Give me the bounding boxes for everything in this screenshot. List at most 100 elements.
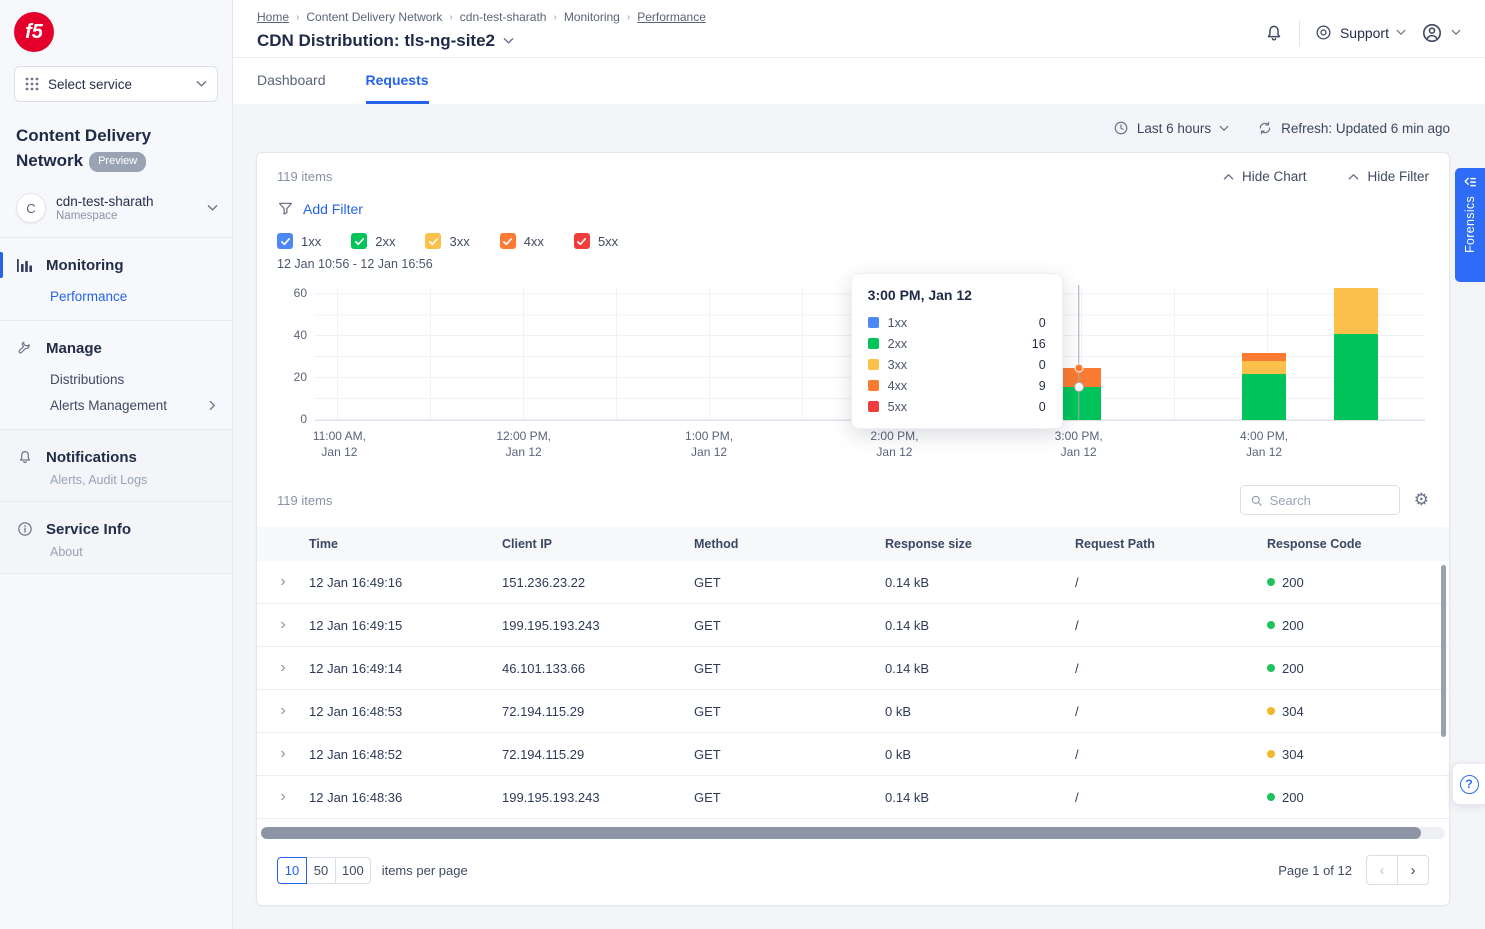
breadcrumb-item[interactable]: Monitoring: [564, 10, 620, 24]
support-menu[interactable]: Support: [1314, 23, 1406, 42]
column-header[interactable]: Response size: [885, 537, 1075, 551]
breadcrumb-item[interactable]: Home: [257, 10, 289, 24]
sidebar-item-manage[interactable]: Manage: [0, 333, 232, 363]
nav-section-manage: Manage Distributions Alerts Management: [0, 321, 232, 430]
table-settings-gear-icon[interactable]: ⚙: [1414, 490, 1429, 510]
row-expander-chevron[interactable]: ›: [257, 659, 309, 677]
page-title[interactable]: CDN Distribution: tls-ng-site2: [257, 31, 706, 51]
status-checkbox-3xx[interactable]: 3xx: [425, 233, 469, 249]
cell-method: GET: [694, 575, 885, 590]
row-expander-chevron[interactable]: ›: [257, 702, 309, 720]
status-dot: [1267, 578, 1275, 586]
notifications-note: Alerts, Audit Logs: [0, 472, 232, 487]
chart-bar[interactable]: [1242, 353, 1286, 420]
page-size-100[interactable]: 100: [335, 857, 371, 884]
help-button[interactable]: ?: [1452, 763, 1485, 805]
column-header[interactable]: Method: [694, 537, 885, 551]
chart-hover-line: [1078, 285, 1080, 420]
sidebar-item-distributions[interactable]: Distributions: [0, 363, 232, 389]
bar-segment-2xx: [1334, 334, 1378, 420]
account-menu[interactable]: [1420, 21, 1461, 45]
forensics-tab[interactable]: Forensics: [1455, 168, 1485, 282]
f5-logo[interactable]: f5: [14, 12, 54, 52]
search-input[interactable]: [1270, 493, 1390, 508]
status-dot: [1267, 621, 1275, 629]
row-expander-chevron[interactable]: ›: [257, 573, 309, 591]
refresh-button[interactable]: Refresh: Updated 6 min ago: [1257, 120, 1450, 136]
product-title-line1: Content Delivery: [16, 124, 216, 149]
hide-filter-button[interactable]: Hide Filter: [1348, 169, 1429, 184]
sidebar-item-label: Notifications: [46, 449, 137, 466]
sidebar-item-notifications[interactable]: Notifications: [0, 442, 232, 472]
cell-response-size: 0 kB: [885, 704, 1075, 719]
status-checkbox-1xx[interactable]: 1xx: [277, 233, 321, 249]
horizontal-scrollbar-thumb[interactable]: [261, 827, 1421, 839]
tooltip-series-label: 5xx: [888, 400, 1030, 414]
vertical-scrollbar[interactable]: [1441, 565, 1446, 737]
status-checkbox-4xx[interactable]: 4xx: [500, 233, 544, 249]
cell-client-ip: 151.236.23.22: [502, 575, 694, 590]
status-checkbox-2xx[interactable]: 2xx: [351, 233, 395, 249]
breadcrumb-item[interactable]: Content Delivery Network: [306, 10, 442, 24]
chart-date-range: 12 Jan 10:56 - 12 Jan 16:56: [277, 257, 1429, 271]
chevron-right-icon: [209, 400, 216, 411]
select-service-dropdown[interactable]: Select service: [14, 66, 218, 102]
bar-segment-3xx: [1334, 288, 1378, 334]
table-row[interactable]: ›12 Jan 16:49:1446.101.133.66GET0.14 kB/…: [257, 647, 1449, 690]
column-header[interactable]: Time: [309, 537, 502, 551]
tooltip-series-label: 4xx: [888, 379, 1030, 393]
legend-swatch: [868, 401, 879, 412]
page-size-10[interactable]: 10: [277, 857, 307, 884]
breadcrumb-item[interactable]: cdn-test-sharath: [460, 10, 547, 24]
column-header[interactable]: Response Code: [1267, 537, 1449, 551]
chevron-down-icon: [196, 80, 207, 88]
checkbox-label: 3xx: [449, 234, 469, 249]
horizontal-scrollbar[interactable]: [261, 827, 1445, 839]
time-range-dropdown[interactable]: Last 6 hours: [1113, 120, 1229, 136]
cell-response-size: 0.14 kB: [885, 618, 1075, 633]
checkbox-label: 1xx: [301, 234, 321, 249]
sidebar-item-label: Service Info: [46, 521, 131, 538]
x-axis-tick: 4:00 PM,Jan 12: [1240, 428, 1288, 460]
table-row[interactable]: ›12 Jan 16:48:5272.194.115.29GET0 kB/304: [257, 733, 1449, 776]
cell-method: GET: [694, 661, 885, 676]
page-indicator: Page 1 of 12: [1278, 863, 1352, 878]
add-filter-button[interactable]: Add Filter: [277, 200, 1429, 217]
bar-segment-4xx: [1242, 353, 1286, 361]
namespace-selector[interactable]: C cdn-test-sharath Namespace: [0, 183, 232, 238]
table-row[interactable]: ›12 Jan 16:48:5372.194.115.29GET0 kB/304: [257, 690, 1449, 733]
app-grid-icon: [25, 77, 39, 91]
page-size-50[interactable]: 50: [306, 857, 336, 884]
column-header[interactable]: Request Path: [1075, 537, 1267, 551]
sidebar-item-monitoring[interactable]: Monitoring: [0, 250, 232, 280]
cell-response-code: 200: [1267, 575, 1449, 590]
chart-hover-marker: [1074, 382, 1084, 392]
row-expander-chevron[interactable]: ›: [257, 788, 309, 806]
nav-section-notifications: Notifications Alerts, Audit Logs: [0, 430, 232, 502]
column-header[interactable]: Client IP: [502, 537, 694, 551]
status-checkbox-5xx[interactable]: 5xx: [574, 233, 618, 249]
notifications-bell-icon[interactable]: [1263, 22, 1285, 44]
row-expander-chevron[interactable]: ›: [257, 745, 309, 763]
sidebar-item-service-info[interactable]: Service Info: [0, 514, 232, 544]
product-title-line2: NetworkPreview: [16, 149, 216, 174]
table-row[interactable]: ›12 Jan 16:49:15199.195.193.243GET0.14 k…: [257, 604, 1449, 647]
pagination: 1050100 items per page Page 1 of 12 ‹ ›: [257, 839, 1449, 905]
legend-swatch: [868, 380, 879, 391]
row-expander-chevron[interactable]: ›: [257, 616, 309, 634]
table-row[interactable]: ›12 Jan 16:48:36199.195.193.243GET0.14 k…: [257, 776, 1449, 819]
chart-bar[interactable]: [1334, 288, 1378, 420]
tab-requests[interactable]: Requests: [366, 72, 429, 104]
sidebar-item-performance[interactable]: Performance: [0, 280, 232, 306]
table-search[interactable]: [1240, 485, 1400, 515]
tooltip-row: 4xx9: [868, 375, 1046, 396]
breadcrumb-item[interactable]: Performance: [637, 10, 706, 24]
tab-dashboard[interactable]: Dashboard: [257, 72, 326, 104]
cell-response-code: 304: [1267, 704, 1449, 719]
sidebar-item-alerts-management[interactable]: Alerts Management: [0, 389, 232, 415]
next-page-button[interactable]: ›: [1397, 855, 1429, 885]
hide-chart-button[interactable]: Hide Chart: [1223, 169, 1307, 184]
bar-segment-2xx: [1242, 374, 1286, 420]
prev-page-button[interactable]: ‹: [1366, 855, 1398, 885]
table-row[interactable]: ›12 Jan 16:49:16151.236.23.22GET0.14 kB/…: [257, 561, 1449, 604]
